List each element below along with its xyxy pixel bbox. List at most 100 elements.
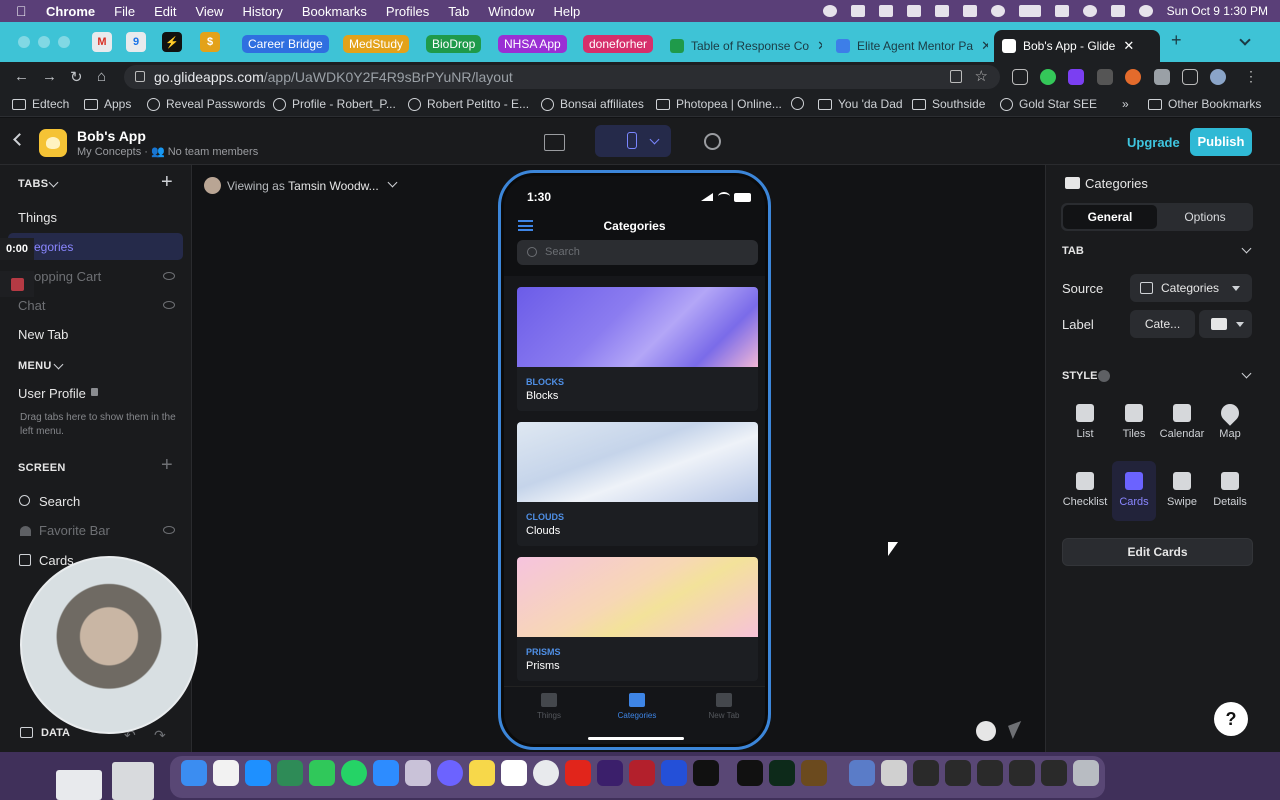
app-store-icon[interactable] bbox=[245, 760, 271, 786]
style-option-tiles[interactable]: Tiles bbox=[1110, 404, 1158, 440]
bookmark-item[interactable]: Gold Star SEE bbox=[1000, 97, 1097, 111]
play-icon[interactable] bbox=[976, 721, 996, 741]
messages-icon[interactable] bbox=[309, 760, 335, 786]
chevron-down-icon[interactable] bbox=[53, 359, 64, 370]
menu-history[interactable]: History bbox=[242, 4, 282, 19]
minimized-window-icon[interactable] bbox=[977, 760, 1003, 786]
layout-preview-button[interactable] bbox=[595, 125, 671, 157]
other-bookmarks[interactable]: Other Bookmarks bbox=[1148, 97, 1261, 111]
shield-icon[interactable] bbox=[850, 5, 865, 17]
redo-icon[interactable]: ↷ bbox=[154, 727, 166, 744]
tab-close-icon[interactable]: ✕ bbox=[1123, 38, 1134, 54]
pinned-tab-icon[interactable]: $ bbox=[200, 32, 220, 52]
menubar-clock[interactable]: Sun Oct 9 1:30 PM bbox=[1167, 4, 1268, 18]
home-icon[interactable]: ⌂ bbox=[97, 68, 106, 85]
trash-icon[interactable] bbox=[1073, 760, 1099, 786]
sidebar-tab-new-tab[interactable]: New Tab bbox=[18, 327, 68, 342]
record-stop-button[interactable] bbox=[0, 271, 34, 297]
desktop-file-icon[interactable] bbox=[56, 770, 102, 800]
bookmark-item[interactable]: Profile - Robert_P... bbox=[273, 97, 396, 111]
reload-icon[interactable]: ↻ bbox=[70, 68, 83, 86]
desktop-file-icon[interactable] bbox=[112, 762, 154, 800]
apple-icon[interactable]:  bbox=[16, 3, 32, 19]
minimized-window-icon[interactable] bbox=[1041, 760, 1067, 786]
style-option-swipe[interactable]: Swipe bbox=[1158, 472, 1206, 508]
app-icon[interactable] bbox=[39, 129, 67, 157]
tab-elite-agent-mentor[interactable]: Elite Agent Mentor Pa ✕ bbox=[828, 30, 988, 62]
menu-view[interactable]: View bbox=[195, 4, 223, 19]
reminders-icon[interactable] bbox=[213, 760, 239, 786]
phone-tab-new-tab[interactable]: New Tab bbox=[694, 693, 754, 720]
segment-options[interactable]: Options bbox=[1159, 205, 1251, 229]
share-icon[interactable] bbox=[950, 70, 962, 83]
add-component-button[interactable]: + bbox=[161, 454, 173, 477]
edit-cards-button[interactable]: Edit Cards bbox=[1062, 538, 1253, 566]
label-icon-picker[interactable] bbox=[1199, 310, 1252, 338]
menu-help[interactable]: Help bbox=[554, 4, 581, 19]
hidden-eye-icon[interactable] bbox=[163, 301, 175, 309]
menu-window[interactable]: Window bbox=[488, 4, 534, 19]
extension-icon[interactable] bbox=[1068, 69, 1084, 85]
app-icon[interactable] bbox=[693, 760, 719, 786]
tab-group-biodrop[interactable]: BioDrop bbox=[426, 35, 482, 53]
extension-icon[interactable] bbox=[1012, 69, 1028, 85]
menu-section-header[interactable]: MENU bbox=[18, 360, 52, 372]
sidebar-tab-things[interactable]: Things bbox=[18, 210, 57, 225]
source-dropdown[interactable]: Categories bbox=[1130, 274, 1252, 302]
app-icon[interactable] bbox=[661, 760, 687, 786]
garageband-icon[interactable] bbox=[801, 760, 827, 786]
filezilla-icon[interactable] bbox=[565, 760, 591, 786]
volume-icon[interactable] bbox=[934, 5, 949, 17]
address-bar[interactable]: go.glideapps.com/app/UaWDK0Y2F4R9sBrPYuN… bbox=[124, 65, 1000, 89]
bookmark-item[interactable]: Bonsai affiliates bbox=[541, 97, 644, 111]
chrome-icon[interactable] bbox=[533, 760, 559, 786]
wifi-icon[interactable] bbox=[1054, 5, 1069, 17]
battery-icon[interactable] bbox=[1018, 5, 1041, 17]
hidden-eye-icon[interactable] bbox=[163, 526, 175, 534]
bookmark-item[interactable]: Apps bbox=[84, 97, 131, 111]
data-editor-icon[interactable] bbox=[544, 134, 565, 151]
finder-icon[interactable] bbox=[181, 760, 207, 786]
window-minimize-button[interactable] bbox=[38, 36, 50, 48]
menu-app-name[interactable]: Chrome bbox=[46, 4, 95, 19]
tab-bobs-app-glide[interactable]: Bob's App - Glide ✕ bbox=[994, 30, 1160, 62]
pitch-icon[interactable] bbox=[597, 760, 623, 786]
viewing-as-selector[interactable]: Viewing as Tamsin Woodw... bbox=[204, 177, 398, 194]
data-link[interactable]: DATA bbox=[41, 727, 70, 739]
tabs-section-header[interactable]: TABS bbox=[18, 178, 48, 190]
tab-search-icon[interactable] bbox=[1239, 34, 1251, 46]
phone-tab-things[interactable]: Things bbox=[519, 693, 579, 720]
upgrade-link[interactable]: Upgrade bbox=[1127, 135, 1180, 150]
pinned-tab-icon[interactable]: ⚡ bbox=[162, 32, 182, 52]
status-icon[interactable] bbox=[822, 5, 837, 17]
phone-tab-categories[interactable]: Categories bbox=[607, 693, 667, 720]
bookmark-item[interactable]: Reveal Passwords bbox=[147, 97, 265, 111]
siri-icon[interactable] bbox=[1138, 5, 1153, 17]
side-panel-icon[interactable] bbox=[1182, 69, 1198, 85]
tab-group-doneforher[interactable]: doneforher bbox=[583, 35, 654, 53]
activity-monitor-icon[interactable] bbox=[769, 760, 795, 786]
phone-search-input[interactable]: Search bbox=[517, 240, 758, 265]
tab-close-icon[interactable]: ✕ bbox=[817, 38, 822, 54]
lock-icon[interactable] bbox=[135, 71, 145, 82]
notes-icon[interactable] bbox=[469, 760, 495, 786]
style-option-list[interactable]: List bbox=[1061, 404, 1109, 440]
app-name[interactable]: Bob's App bbox=[77, 128, 146, 144]
back-icon[interactable]: ← bbox=[14, 68, 29, 85]
minimized-window-icon[interactable] bbox=[913, 760, 939, 786]
slack-icon[interactable] bbox=[501, 760, 527, 786]
window-close-button[interactable] bbox=[18, 36, 30, 48]
minimized-window-icon[interactable] bbox=[1009, 760, 1035, 786]
style-section-header[interactable]: STYLE bbox=[1062, 370, 1097, 382]
tab-close-icon[interactable]: ✕ bbox=[981, 38, 988, 54]
bookmark-item[interactable]: Photopea | Online... bbox=[656, 97, 782, 111]
apple-tv-icon[interactable] bbox=[737, 760, 763, 786]
tab-section-header[interactable]: TAB bbox=[1062, 245, 1084, 257]
new-tab-button[interactable]: + bbox=[1171, 30, 1182, 51]
status-icon[interactable] bbox=[906, 5, 921, 17]
style-option-checklist[interactable]: Checklist bbox=[1061, 472, 1109, 508]
style-option-map[interactable]: Map bbox=[1206, 400, 1254, 440]
publish-button[interactable]: Publish bbox=[1190, 128, 1252, 156]
minimized-window-icon[interactable] bbox=[881, 760, 907, 786]
menu-edit[interactable]: Edit bbox=[154, 4, 176, 19]
